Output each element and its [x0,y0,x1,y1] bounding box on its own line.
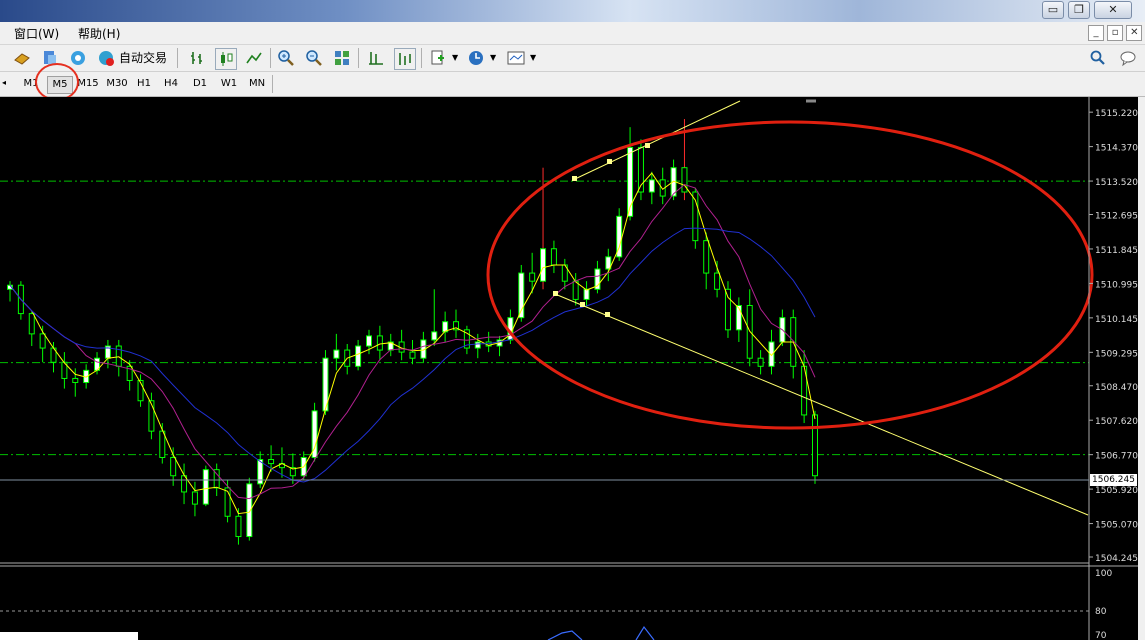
minimize-button[interactable]: ▭ [1042,1,1064,19]
price-chart[interactable]: 1515.220 1514.370 1513.520 1512.695 1511.845… [0,97,1145,640]
candle[interactable] [72,377,79,384]
toolbar-separator [421,48,422,68]
toolbar-separator [177,48,178,68]
timeframe-m30[interactable]: M30 [104,76,130,92]
price-tick-label: 1512.695 [1095,212,1138,222]
current-price-label: 1506.245 [1090,474,1137,486]
bar-chart-icon[interactable] [188,48,208,68]
line-chart-icon[interactable] [244,48,264,68]
price-tick-label: 1509.295 [1095,349,1138,359]
price-tick-label: 1514.370 [1095,144,1138,154]
indicators-icon[interactable] [428,48,448,68]
price-tick-label: 1508.470 [1095,383,1138,393]
close-window-button[interactable]: ✕ [1094,1,1132,19]
candle[interactable] [572,280,579,300]
candle[interactable] [170,456,177,477]
indicator-tick-label: 70 [1095,631,1107,640]
search-icon[interactable] [1088,48,1108,68]
timeframe-m15[interactable]: M15 [76,76,100,92]
candle[interactable] [246,483,253,538]
window-titlebar: ▭ ❐ ✕ [0,0,1145,22]
indicator-tick-label: 100 [1095,569,1112,579]
price-tick-label: 1511.845 [1095,246,1138,256]
timeframe-h4[interactable]: H4 [160,76,182,92]
indicators-dropdown-icon[interactable]: ▼ [452,53,458,62]
menu-window[interactable]: 窗口(W) [14,25,59,42]
price-tick-label: 1510.995 [1095,280,1138,290]
mdi-controls: _ ▫ ✕ [1088,25,1143,41]
market-watch-icon[interactable] [68,48,88,68]
chart-shift-icon[interactable] [366,48,386,68]
mdi-minimize-button[interactable]: _ [1088,25,1104,41]
m5-highlight-circle [35,63,79,101]
price-tick-label: 1506.770 [1095,452,1138,462]
candle[interactable] [191,491,198,505]
mdi-close-button[interactable]: ✕ [1126,25,1143,41]
main-toolbar: 自动交易 ▼ ▼ ▼ [0,45,1145,72]
timeframe-toolbar: ◂ M1 M5 M15 M30 H1 H4 D1 W1 MN [0,72,1145,97]
price-tick-label: 1507.620 [1095,417,1138,427]
candle[interactable] [365,335,372,347]
autotrade-icon[interactable] [96,48,116,68]
status-strip [0,632,138,640]
toolbar-separator [270,48,271,68]
timeframe-d1[interactable]: D1 [189,76,211,92]
zoom-out-icon[interactable] [304,48,324,68]
timeframe-mn[interactable]: MN [245,76,269,92]
candle[interactable] [409,351,416,359]
candle[interactable] [583,288,590,300]
periodicity-dropdown-icon[interactable]: ▼ [490,53,496,62]
candle[interactable] [333,349,340,359]
timeframe-w1[interactable]: W1 [217,76,241,92]
periodicity-icon[interactable] [466,48,486,68]
mdi-restore-button[interactable]: ▫ [1107,25,1124,41]
restore-button[interactable]: ❐ [1068,1,1090,19]
autotrade-label[interactable]: 自动交易 [119,49,167,66]
candlestick-chart-icon[interactable] [215,48,237,70]
toolbar-grip: ◂ [2,78,7,87]
templates-icon[interactable] [506,48,526,68]
candle[interactable] [550,248,557,266]
candle[interactable] [235,515,242,538]
candle[interactable] [28,313,35,335]
price-tick-label: 1504.245 [1095,554,1138,564]
candle[interactable] [355,345,362,367]
chat-icon[interactable] [1118,48,1138,68]
candle[interactable] [431,331,438,341]
candle[interactable] [159,430,166,458]
timeframe-h1[interactable]: H1 [134,76,154,92]
candle[interactable] [529,272,536,282]
price-tick-label: 1505.070 [1095,521,1138,531]
price-tick-label: 1515.220 [1095,109,1138,119]
price-tick-label: 1513.520 [1095,178,1138,188]
candle[interactable] [376,335,383,351]
candle[interactable] [724,288,731,331]
price-tick-label: 1505.920 [1095,486,1138,496]
candle[interactable] [268,459,275,465]
candle[interactable] [703,240,710,274]
candle[interactable] [714,272,721,290]
navigator-icon[interactable] [12,48,32,68]
price-tick-label: 1510.145 [1095,315,1138,325]
menu-bar: 窗口(W) 帮助(H) _ ▫ ✕ [0,22,1145,45]
right-scroll-strip [1138,97,1145,640]
templates-dropdown-icon[interactable]: ▼ [530,53,536,62]
candle[interactable] [812,414,818,477]
candle[interactable] [648,179,655,193]
autoscroll-icon[interactable] [394,48,416,70]
indicator-tick-label: 80 [1095,607,1107,617]
candle[interactable] [39,333,46,349]
candle[interactable] [202,469,209,505]
menu-help[interactable]: 帮助(H) [78,25,120,42]
candle[interactable] [540,248,547,282]
toolbar-separator [272,75,273,93]
zoom-in-icon[interactable] [276,48,296,68]
candle[interactable] [474,341,481,349]
tile-windows-icon[interactable] [332,48,352,68]
toolbar-separator [358,48,359,68]
candle[interactable] [757,357,764,367]
